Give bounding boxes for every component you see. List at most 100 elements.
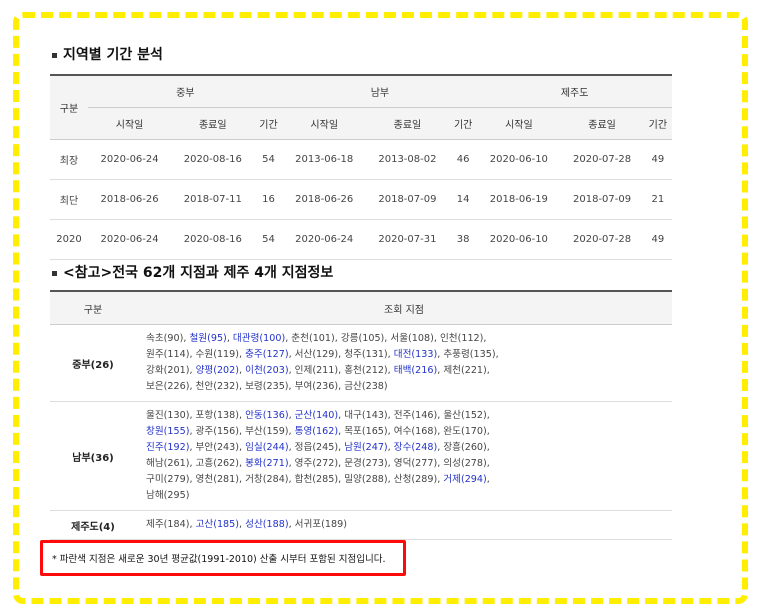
new-station-text: 창원(155) <box>146 426 190 437</box>
table-cell: 2020-08-16 <box>171 139 255 180</box>
table-cell: 16 <box>254 179 283 220</box>
section-title-station-info: <참고>전국 62개 지점과 제주 4개 지점정보 <box>52 262 333 282</box>
table-row: 제주도(4) 제주(184), 고산(185), 성산(188), 서귀포(189… <box>50 510 672 540</box>
new-station-text: 충주(127) <box>245 349 289 360</box>
new-station-text: 임실(244) <box>245 442 289 453</box>
table-cell: 21 <box>643 179 672 220</box>
station-line: 구미(279), 영천(281), 거창(284), 합천(285), 밀양(2… <box>146 472 672 488</box>
new-station-text: 거제(294) <box>443 474 487 485</box>
station-text: , 제천(221), <box>437 365 490 376</box>
station-text: 울진(130), 포항(138), <box>146 410 246 421</box>
station-text: 해남(261), 고흥(262), <box>146 458 246 469</box>
region-header: 중부 <box>87 75 283 108</box>
new-station-text: 진주(192) <box>146 442 190 453</box>
station-text: , 대구(143), 전주(146), 울산(152), <box>338 410 490 421</box>
new-station-text: 대관령(100) <box>232 333 286 344</box>
region-label: 제주도(4) <box>50 510 136 540</box>
note-text: * 파란색 지점은 새로운 30년 평균값(1991-2010) 산출 시부터 … <box>52 554 386 565</box>
region-header: 남부 <box>282 75 478 108</box>
region-label: 중부(26) <box>50 324 136 402</box>
station-text: 속초(90), <box>146 333 190 344</box>
table-cell: 2020-06-24 <box>87 139 172 180</box>
station-text: , 춘천(101), 강릉(105), 서울(108), 인천(112), <box>285 333 487 344</box>
new-station-text: 안동(136) <box>245 410 289 421</box>
section-title-period-analysis: 지역별 기간 분석 <box>52 44 163 64</box>
region-header: 제주도 <box>477 75 672 108</box>
sub-header: 시작일 <box>87 107 172 140</box>
sub-header: 시작일 <box>477 107 561 140</box>
sub-header: 기간 <box>449 107 478 140</box>
station-line: 속초(90), 철원(95), 대관령(100), 춘천(101), 강릉(10… <box>146 331 672 347</box>
station-text: , 장흥(260), <box>437 442 490 453</box>
station-line: 남해(295) <box>146 488 672 504</box>
table-cell: 14 <box>449 179 478 220</box>
station-text: , 추풍령(135), <box>437 349 499 360</box>
table-cell: 2020-07-28 <box>560 139 644 180</box>
station-text: 구미(279), 영천(281), 거창(284), 합천(285), 밀양(2… <box>146 474 444 485</box>
col-header: 구분 <box>50 291 136 325</box>
station-line: 해남(261), 고흥(262), 봉화(271), 영주(272), 문경(2… <box>146 456 672 472</box>
table-cell: 2020-06-24 <box>87 219 172 260</box>
sub-header: 종료일 <box>365 107 450 140</box>
sub-header: 기간 <box>643 107 672 140</box>
section-title-text: <참고>전국 62개 지점과 제주 4개 지점정보 <box>63 265 334 281</box>
table-cell: 2020-07-28 <box>560 219 644 260</box>
table-row: 중부(26) 속초(90), 철원(95), 대관령(100), 춘천(101),… <box>50 324 672 402</box>
sub-header: 기간 <box>254 107 283 140</box>
row-label: 2020 <box>50 219 88 260</box>
table-cell: 2018-06-19 <box>477 179 561 220</box>
col-group-header: 구분 <box>50 75 88 140</box>
station-text: 강화(201), <box>146 365 196 376</box>
new-station-text: 장수(248) <box>393 442 438 453</box>
region-label: 남부(36) <box>50 401 136 511</box>
table-cell: 2020-06-24 <box>282 219 366 260</box>
new-station-text: 대전(133) <box>393 349 438 360</box>
station-info-table: 구분 조회 지점 중부(26) 속초(90), 철원(95), 대관령(100),… <box>50 290 672 540</box>
table-cell: 2013-06-18 <box>282 139 366 180</box>
table-cell: 38 <box>449 219 478 260</box>
station-text: , 서산(129), 청주(131), <box>288 349 394 360</box>
station-line: 제주(184), 고산(185), 성산(188), 서귀포(189) <box>146 517 672 533</box>
station-text: , 인제(211), 홍천(212), <box>288 365 394 376</box>
new-station-text: 철원(95) <box>189 333 227 344</box>
bullet-square-icon <box>52 52 57 58</box>
station-text: , 목포(165), 여수(168), 완도(170), <box>338 426 490 437</box>
station-list: 속초(90), 철원(95), 대관령(100), 춘천(101), 강릉(10… <box>136 324 672 402</box>
table-cell: 54 <box>254 219 283 260</box>
table-cell: 2020-06-10 <box>477 219 561 260</box>
new-station-text: 태백(216) <box>393 365 438 376</box>
new-station-text: 성산(188) <box>245 519 289 530</box>
sub-header: 시작일 <box>282 107 366 140</box>
table-cell: 2018-06-26 <box>282 179 366 220</box>
table-cell: 2020-08-16 <box>171 219 255 260</box>
section-title-text: 지역별 기간 분석 <box>63 47 163 63</box>
station-line: 창원(155), 광주(156), 부산(159), 통영(162), 목포(1… <box>146 424 672 440</box>
table-cell: 2018-06-26 <box>87 179 172 220</box>
station-list: 울진(130), 포항(138), 안동(136), 군산(140), 대구(1… <box>136 401 672 511</box>
new-station-text: 고산(185) <box>195 519 240 530</box>
station-text: 제주(184), <box>146 519 196 530</box>
station-line: 울진(130), 포항(138), 안동(136), 군산(140), 대구(1… <box>146 408 672 424</box>
sub-header: 종료일 <box>560 107 644 140</box>
table-row: 최장 2020-06-24 2020-08-16 54 2013-06-18 2013-0… <box>50 139 672 180</box>
station-text: 원주(114), 수원(119), <box>146 349 246 360</box>
new-station-text: 봉화(271) <box>245 458 289 469</box>
station-text: , 영주(272), 문경(273), 영덕(277), 의성(278), <box>288 458 490 469</box>
station-text: , <box>486 474 490 485</box>
table-cell: 2013-08-02 <box>365 139 450 180</box>
table-cell: 49 <box>643 219 672 260</box>
bullet-square-icon <box>52 270 57 276</box>
sub-header: 종료일 <box>171 107 255 140</box>
table-cell: 2020-07-31 <box>365 219 450 260</box>
station-text: , 부안(243), <box>189 442 246 453</box>
new-station-text: 이천(203) <box>245 365 289 376</box>
station-line: 진주(192), 부안(243), 임실(244), 정읍(245), 남원(2… <box>146 440 672 456</box>
new-station-text: 통영(162) <box>294 426 339 437</box>
table-cell: 2018-07-09 <box>560 179 644 220</box>
row-label: 최단 <box>50 179 88 220</box>
blue-station-note: * 파란색 지점은 새로운 30년 평균값(1991-2010) 산출 시부터 … <box>40 540 406 576</box>
new-station-text: 남원(247) <box>344 442 388 453</box>
new-station-text: 양평(202) <box>195 365 240 376</box>
row-label: 최장 <box>50 139 88 180</box>
period-analysis-table: 구분 중부 남부 제주도 시작일 종료일 기간 시작일 종료일 기간 시작일 종… <box>50 74 672 260</box>
